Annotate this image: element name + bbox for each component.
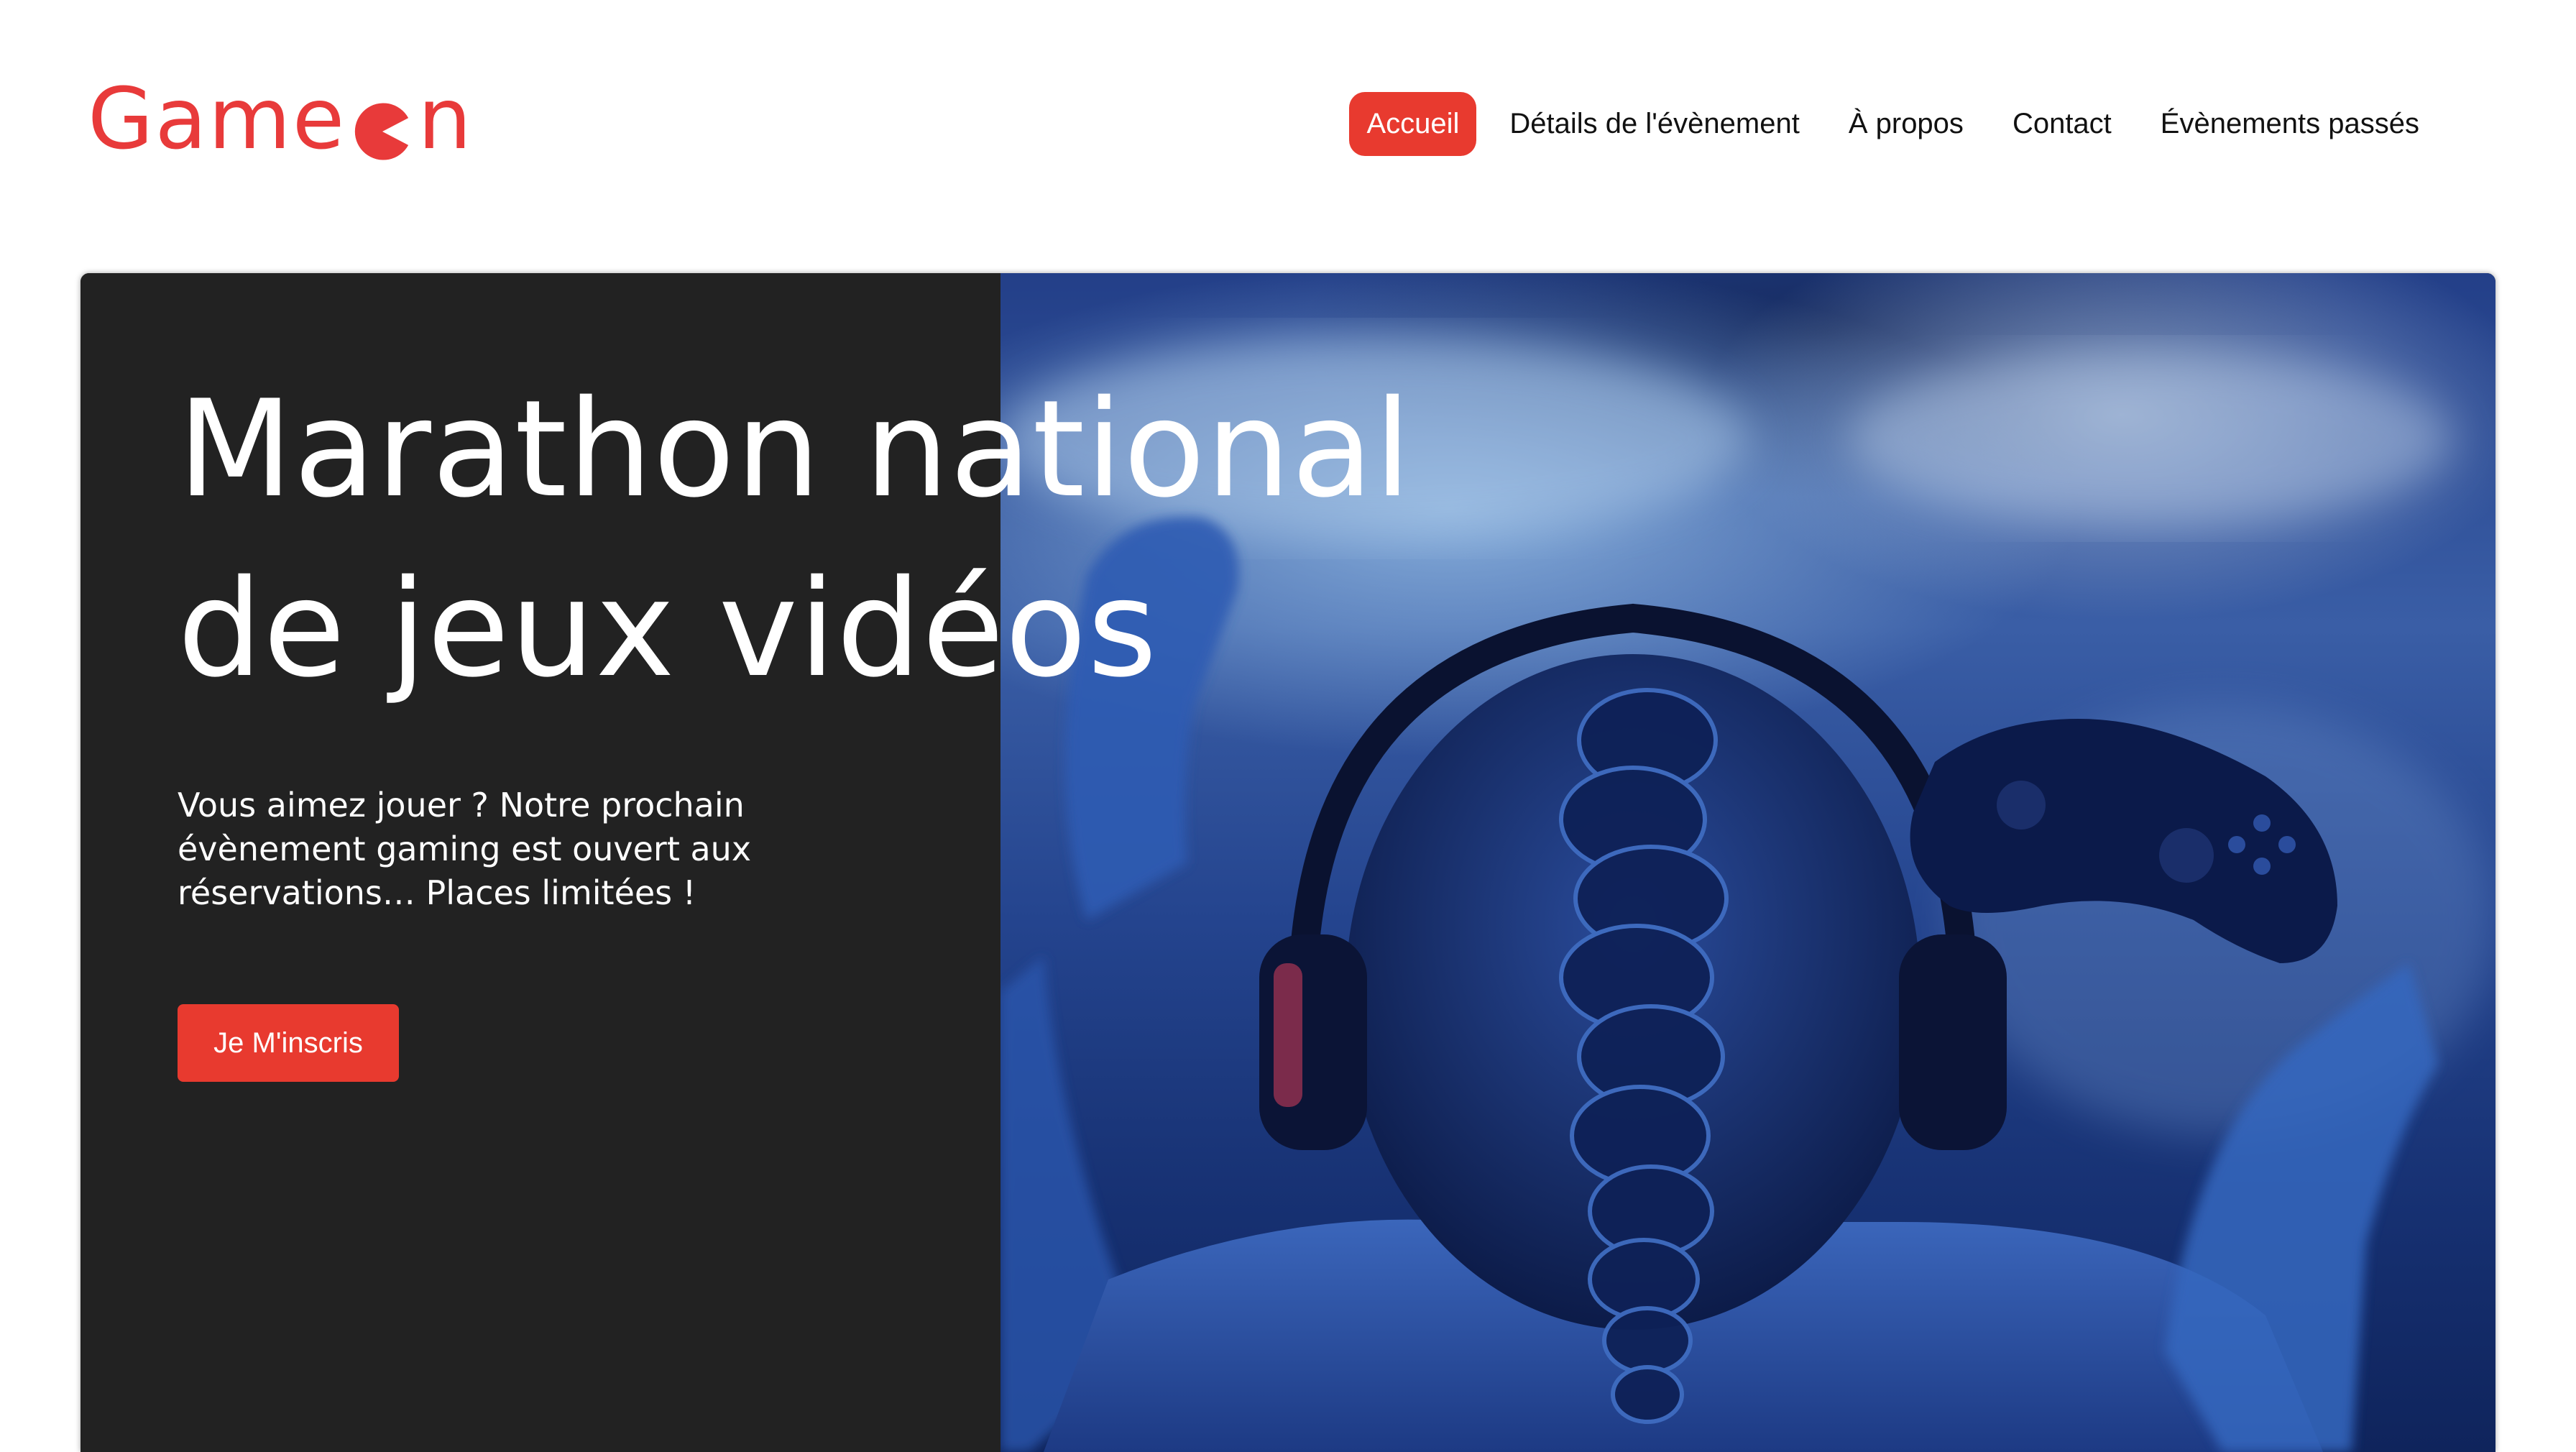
logo-text-start: Game	[88, 69, 346, 168]
signup-button[interactable]: Je M'inscris	[178, 1004, 399, 1082]
pacman-o-icon	[351, 91, 413, 160]
site-header: Game n Accueil Détails de l'évènement À …	[0, 0, 2576, 266]
nav-item-contact[interactable]: Contact	[1997, 92, 2128, 156]
logo[interactable]: Game n	[88, 75, 473, 162]
logo-text-end: n	[418, 69, 474, 168]
nav-item-details[interactable]: Détails de l'évènement	[1494, 92, 1815, 156]
nav-item-accueil[interactable]: Accueil	[1349, 92, 1477, 156]
nav-item-a-propos[interactable]: À propos	[1833, 92, 1979, 156]
hero-title-line-1: Marathon national	[178, 371, 1412, 527]
hero-title: Marathon national de jeux vidéos	[178, 359, 1615, 719]
hero-section: Marathon national de jeux vidéos Vous ai…	[80, 273, 2496, 1452]
main-nav: Accueil Détails de l'évènement À propos …	[1349, 92, 2435, 156]
nav-item-evenements-passes[interactable]: Évènements passés	[2145, 92, 2435, 156]
hero-description: Vous aimez jouer ? Notre prochain évènem…	[178, 786, 752, 912]
hero-title-line-2: de jeux vidéos	[178, 551, 1158, 707]
